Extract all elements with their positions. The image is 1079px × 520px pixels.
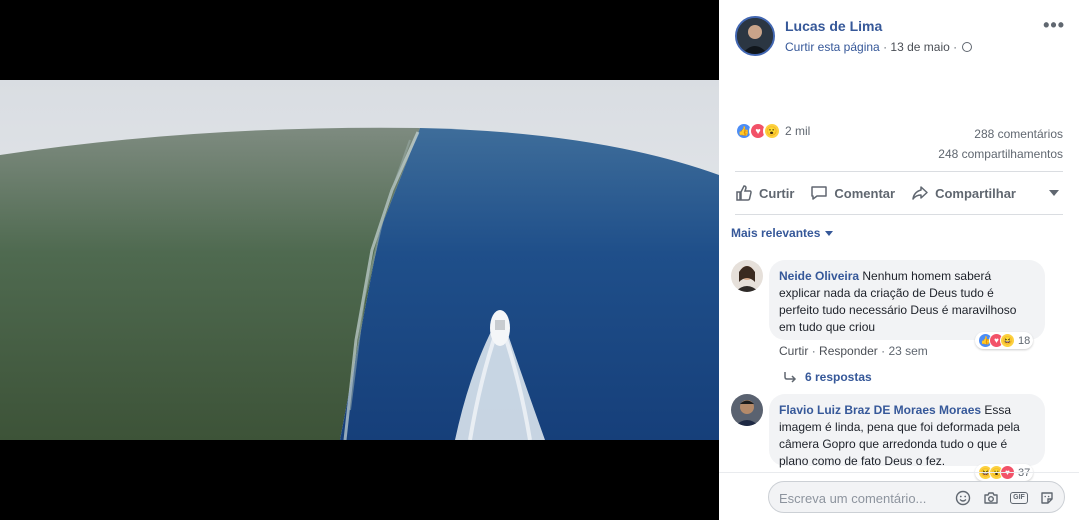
like-button-label: Curtir (759, 185, 795, 201)
comment-input[interactable] (779, 488, 949, 508)
person-icon (731, 260, 763, 292)
more-options-icon[interactable]: ••• (1043, 16, 1065, 34)
replies-label: 6 respostas (805, 370, 872, 384)
chevron-down-icon[interactable] (1049, 190, 1059, 196)
ocean-photo-illustration (0, 80, 719, 440)
comments-count[interactable]: 288 comentários (938, 124, 1063, 144)
caret-down-icon (825, 230, 834, 236)
divider (735, 214, 1063, 215)
like-button[interactable]: Curtir (735, 184, 794, 202)
post-photo[interactable] (0, 80, 719, 440)
author-name[interactable]: Lucas de Lima (785, 18, 882, 34)
sort-label: Mais relevantes (731, 226, 821, 240)
comment-reply-link[interactable]: Responder (819, 344, 878, 358)
media-viewer[interactable] (0, 0, 719, 520)
camera-icon[interactable] (982, 489, 1000, 507)
reactions-count[interactable]: 2 mil (785, 124, 810, 138)
reactions-summary[interactable]: 👍 ♥ 😮 2 mil (735, 121, 810, 141)
author-avatar[interactable] (735, 16, 775, 56)
commenter-name[interactable]: Neide Oliveira (779, 269, 859, 283)
post-meta: Curtir esta página · 13 de maio · (785, 40, 973, 54)
composer-icons: GIF (954, 489, 1056, 507)
share-button[interactable]: Compartilhar (911, 184, 1016, 202)
comment-like-link[interactable]: Curtir (779, 344, 808, 358)
reply-arrow-icon (784, 372, 797, 383)
meta-separator: · (811, 344, 820, 358)
commenter-avatar[interactable] (731, 394, 763, 426)
haha-reaction-icon: 😆 (1000, 333, 1015, 348)
post-side-panel: Lucas de Lima Curtir esta página · 13 de… (719, 0, 1079, 520)
comment-bubble: Flavio Luiz Braz DE Moraes Moraes Essa i… (769, 394, 1045, 468)
like-page-link[interactable]: Curtir esta página (785, 40, 880, 54)
sticker-icon[interactable] (1038, 489, 1056, 507)
comment-composer[interactable]: GIF (768, 481, 1065, 513)
gif-icon[interactable]: GIF (1010, 489, 1028, 507)
share-button-label: Compartilhar (935, 185, 1016, 201)
comment-bubble: Neide Oliveira Nenhum homem saberá expli… (769, 260, 1045, 340)
post-date[interactable]: 13 de maio (890, 40, 949, 54)
globe-icon (962, 42, 973, 52)
person-icon (737, 18, 773, 54)
meta-separator: · (883, 40, 888, 54)
comment-sort-dropdown[interactable]: Mais relevantes (731, 226, 834, 240)
comment-reactions[interactable]: 👍 ♥ 😆 18 (975, 332, 1034, 349)
divider (735, 171, 1063, 172)
commenter-avatar[interactable] (731, 260, 763, 292)
person-icon (731, 394, 763, 426)
share-arrow-icon (912, 186, 928, 200)
commenter-name[interactable]: Flavio Luiz Braz DE Moraes Moraes (779, 403, 981, 417)
comment-reaction-count: 18 (1018, 334, 1031, 347)
divider (719, 472, 1079, 473)
comment-time[interactable]: 23 sem (888, 344, 927, 358)
comment-meta: Curtir · Responder · 23 sem (779, 344, 928, 358)
post-header: Lucas de Lima Curtir esta página · 13 de… (735, 16, 1065, 56)
comment-button[interactable]: Comentar (810, 184, 895, 202)
action-bar: Curtir Comentar Compartilhar (735, 178, 1063, 208)
shares-count[interactable]: 248 compartilhamentos (938, 144, 1063, 164)
comment-button-label: Comentar (834, 185, 896, 201)
emoji-icon[interactable] (954, 489, 972, 507)
engagement-counts: 288 comentários 248 compartilhamentos (938, 124, 1063, 164)
speech-bubble-icon (811, 186, 828, 200)
meta-separator: · (953, 40, 958, 54)
wow-reaction-icon: 😮 (763, 122, 781, 140)
view-replies-link[interactable]: 6 respostas (783, 370, 872, 384)
thumbs-up-icon (736, 185, 752, 201)
